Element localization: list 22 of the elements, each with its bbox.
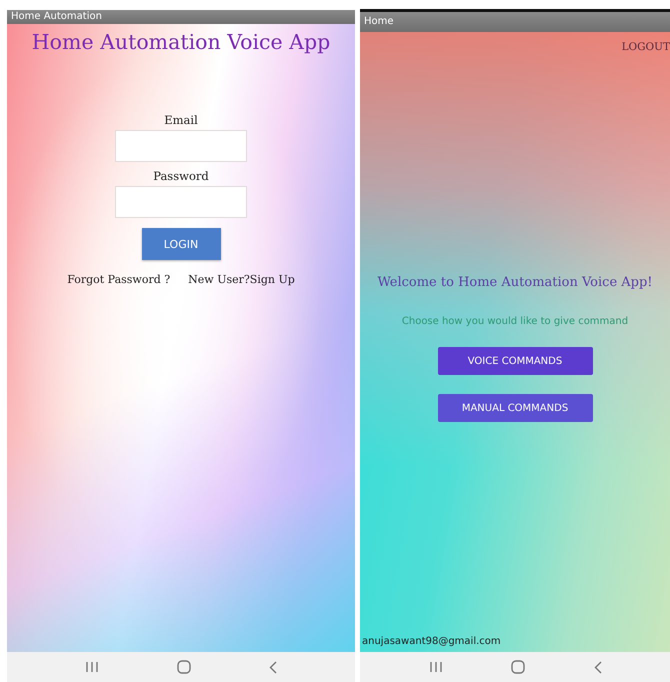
welcome-heading: Welcome to Home Automation Voice App! — [377, 274, 653, 292]
field-label: Password — [153, 168, 209, 184]
command-button[interactable]: MANUAL COMMANDS — [438, 394, 592, 422]
command-button[interactable]: VOICE COMMANDS — [438, 347, 592, 375]
login-button[interactable]: LOGIN — [142, 228, 220, 260]
app-title: Home — [364, 16, 394, 27]
recent-apps-icon[interactable] — [85, 661, 99, 673]
link[interactable]: Forgot Password ? — [67, 273, 170, 287]
link[interactable]: New User?Sign Up — [188, 273, 295, 287]
back-icon[interactable] — [269, 660, 277, 674]
input-field[interactable] — [115, 130, 247, 162]
app-heading: Home Automation Voice App — [32, 29, 330, 56]
instruction-text: Choose how you would like to give command — [402, 315, 628, 329]
logout-link[interactable]: LOGOUT — [622, 40, 670, 54]
back-icon[interactable] — [594, 660, 602, 674]
home-icon[interactable] — [511, 660, 525, 674]
recent-apps-icon[interactable] — [428, 661, 442, 673]
app-title: Home Automation — [11, 11, 102, 22]
input-field[interactable] — [115, 186, 247, 218]
home-icon[interactable] — [177, 660, 191, 674]
field-label: Email — [164, 112, 198, 128]
user-email: anujasawant98@gmail.com — [361, 635, 501, 649]
